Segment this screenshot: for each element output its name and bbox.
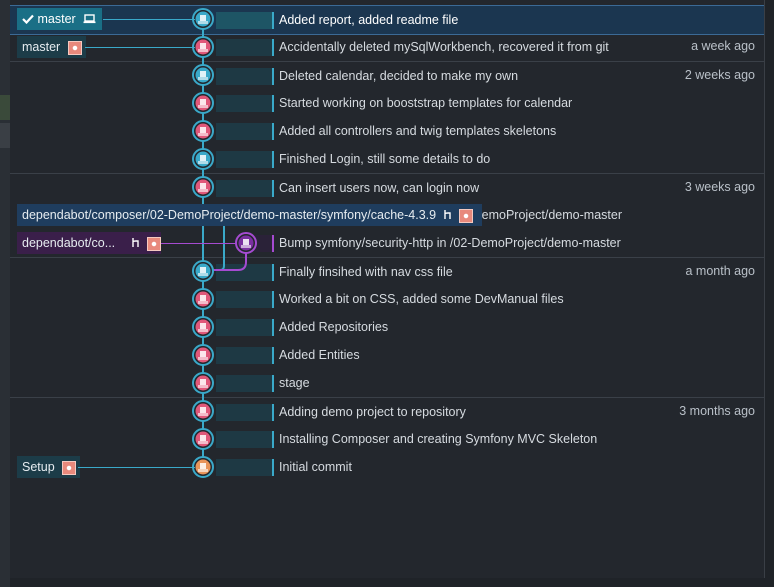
commit-time: 3 months ago [679,404,755,418]
commit-message: Adding demo project to repository [279,405,466,419]
commit-trail [216,347,274,364]
commit-time: a month ago [685,264,756,278]
commit-time: 3 weeks ago [684,180,755,194]
branch-icon [443,205,452,227]
commit-trail [216,151,274,168]
commit-trail [216,123,274,140]
commit-time: a week ago [691,39,755,53]
avatar-icon [459,208,474,223]
commit-trail [216,319,274,336]
commit-row[interactable]: Added Repositories [10,313,764,341]
branch-label-master-head[interactable]: master [17,8,103,31]
commit-row[interactable]: Deleted calendar, decided to make my own… [10,61,764,90]
branch-label-setup[interactable]: Setup [17,456,81,478]
commit-trail [216,180,274,197]
commit-row[interactable]: Added Entities [10,341,764,369]
commit-row[interactable]: Finally finsihed with nav css file a mont… [10,257,764,286]
left-strip [0,0,10,587]
commit-message: Installing Composer and creating Symfony… [279,432,598,446]
commit-row[interactable]: Worked a bit on CSS, added some DevManua… [10,285,764,313]
commit-trail [216,12,274,29]
commit-message: Added all controllers and twig templates… [279,124,557,138]
commit-message: Added Repositories [279,320,389,334]
check-icon [22,9,34,31]
commit-trail [216,431,274,448]
branch-name: master [22,40,61,54]
branch-label-master-remote[interactable]: master [17,36,86,58]
commit-message: Started working on booststrap templates … [279,96,573,110]
commit-message: Deleted calendar, decided to make my own [279,69,519,83]
commit-row[interactable]: stage [10,369,764,397]
branch-name: master [37,12,76,26]
commit-message: Bump symfony/security-http in /02-DemoPr… [279,236,621,250]
commit-time: 2 weeks ago [684,68,755,82]
avatar-icon [62,460,77,475]
commit-row[interactable]: Adding demo project to repository 3 month… [10,397,764,426]
commit-trail [216,264,274,281]
commit-trail [216,68,274,85]
commit-trail [216,291,274,308]
branch-icon [131,233,140,255]
commit-row[interactable]: Finished Login, still some details to do [10,145,764,173]
commit-row[interactable]: Added report, added readme file [10,5,764,35]
commit-row[interactable]: Added all controllers and twig templates… [10,117,764,145]
commit-trail [216,39,274,56]
commit-message: Accidentally deleted mySqlWorkbench, rec… [279,40,609,54]
branch-label-cache[interactable]: dependabot/composer/02-DemoProject/demo-… [17,204,482,226]
commit-message: Finished Login, still some details to do [279,152,491,166]
branch-label-security[interactable]: dependabot/co... [17,232,162,255]
commit-message: stage [279,376,310,390]
laptop-icon [83,9,96,31]
commit-message: Added report, added readme file [279,13,459,27]
commit-message: Added Entities [279,348,360,362]
commit-message: Worked a bit on CSS, added some DevManua… [279,292,564,306]
commit-trail [216,375,274,392]
commit-row[interactable]: Can insert users now, can login now 3 wee… [10,173,764,202]
commit-row[interactable]: Started working on booststrap templates … [10,89,764,117]
commit-message: Finally finsihed with nav css file [279,265,453,279]
commit-trail [216,459,274,476]
branch-name: dependabot/composer/02-DemoProject/demo-… [22,208,437,222]
commit-trail [216,404,274,421]
branch-name: Setup [22,460,55,474]
commit-row[interactable]: Installing Composer and creating Symfony… [10,425,764,453]
avatar-icon [147,236,162,251]
branch-name: dependabot/co... [22,236,116,250]
commit-message: Can insert users now, can login now [279,181,480,195]
commit-trail [255,235,274,252]
avatar-icon [67,40,82,55]
commit-trail [216,95,274,112]
commit-message: Initial commit [279,460,352,474]
